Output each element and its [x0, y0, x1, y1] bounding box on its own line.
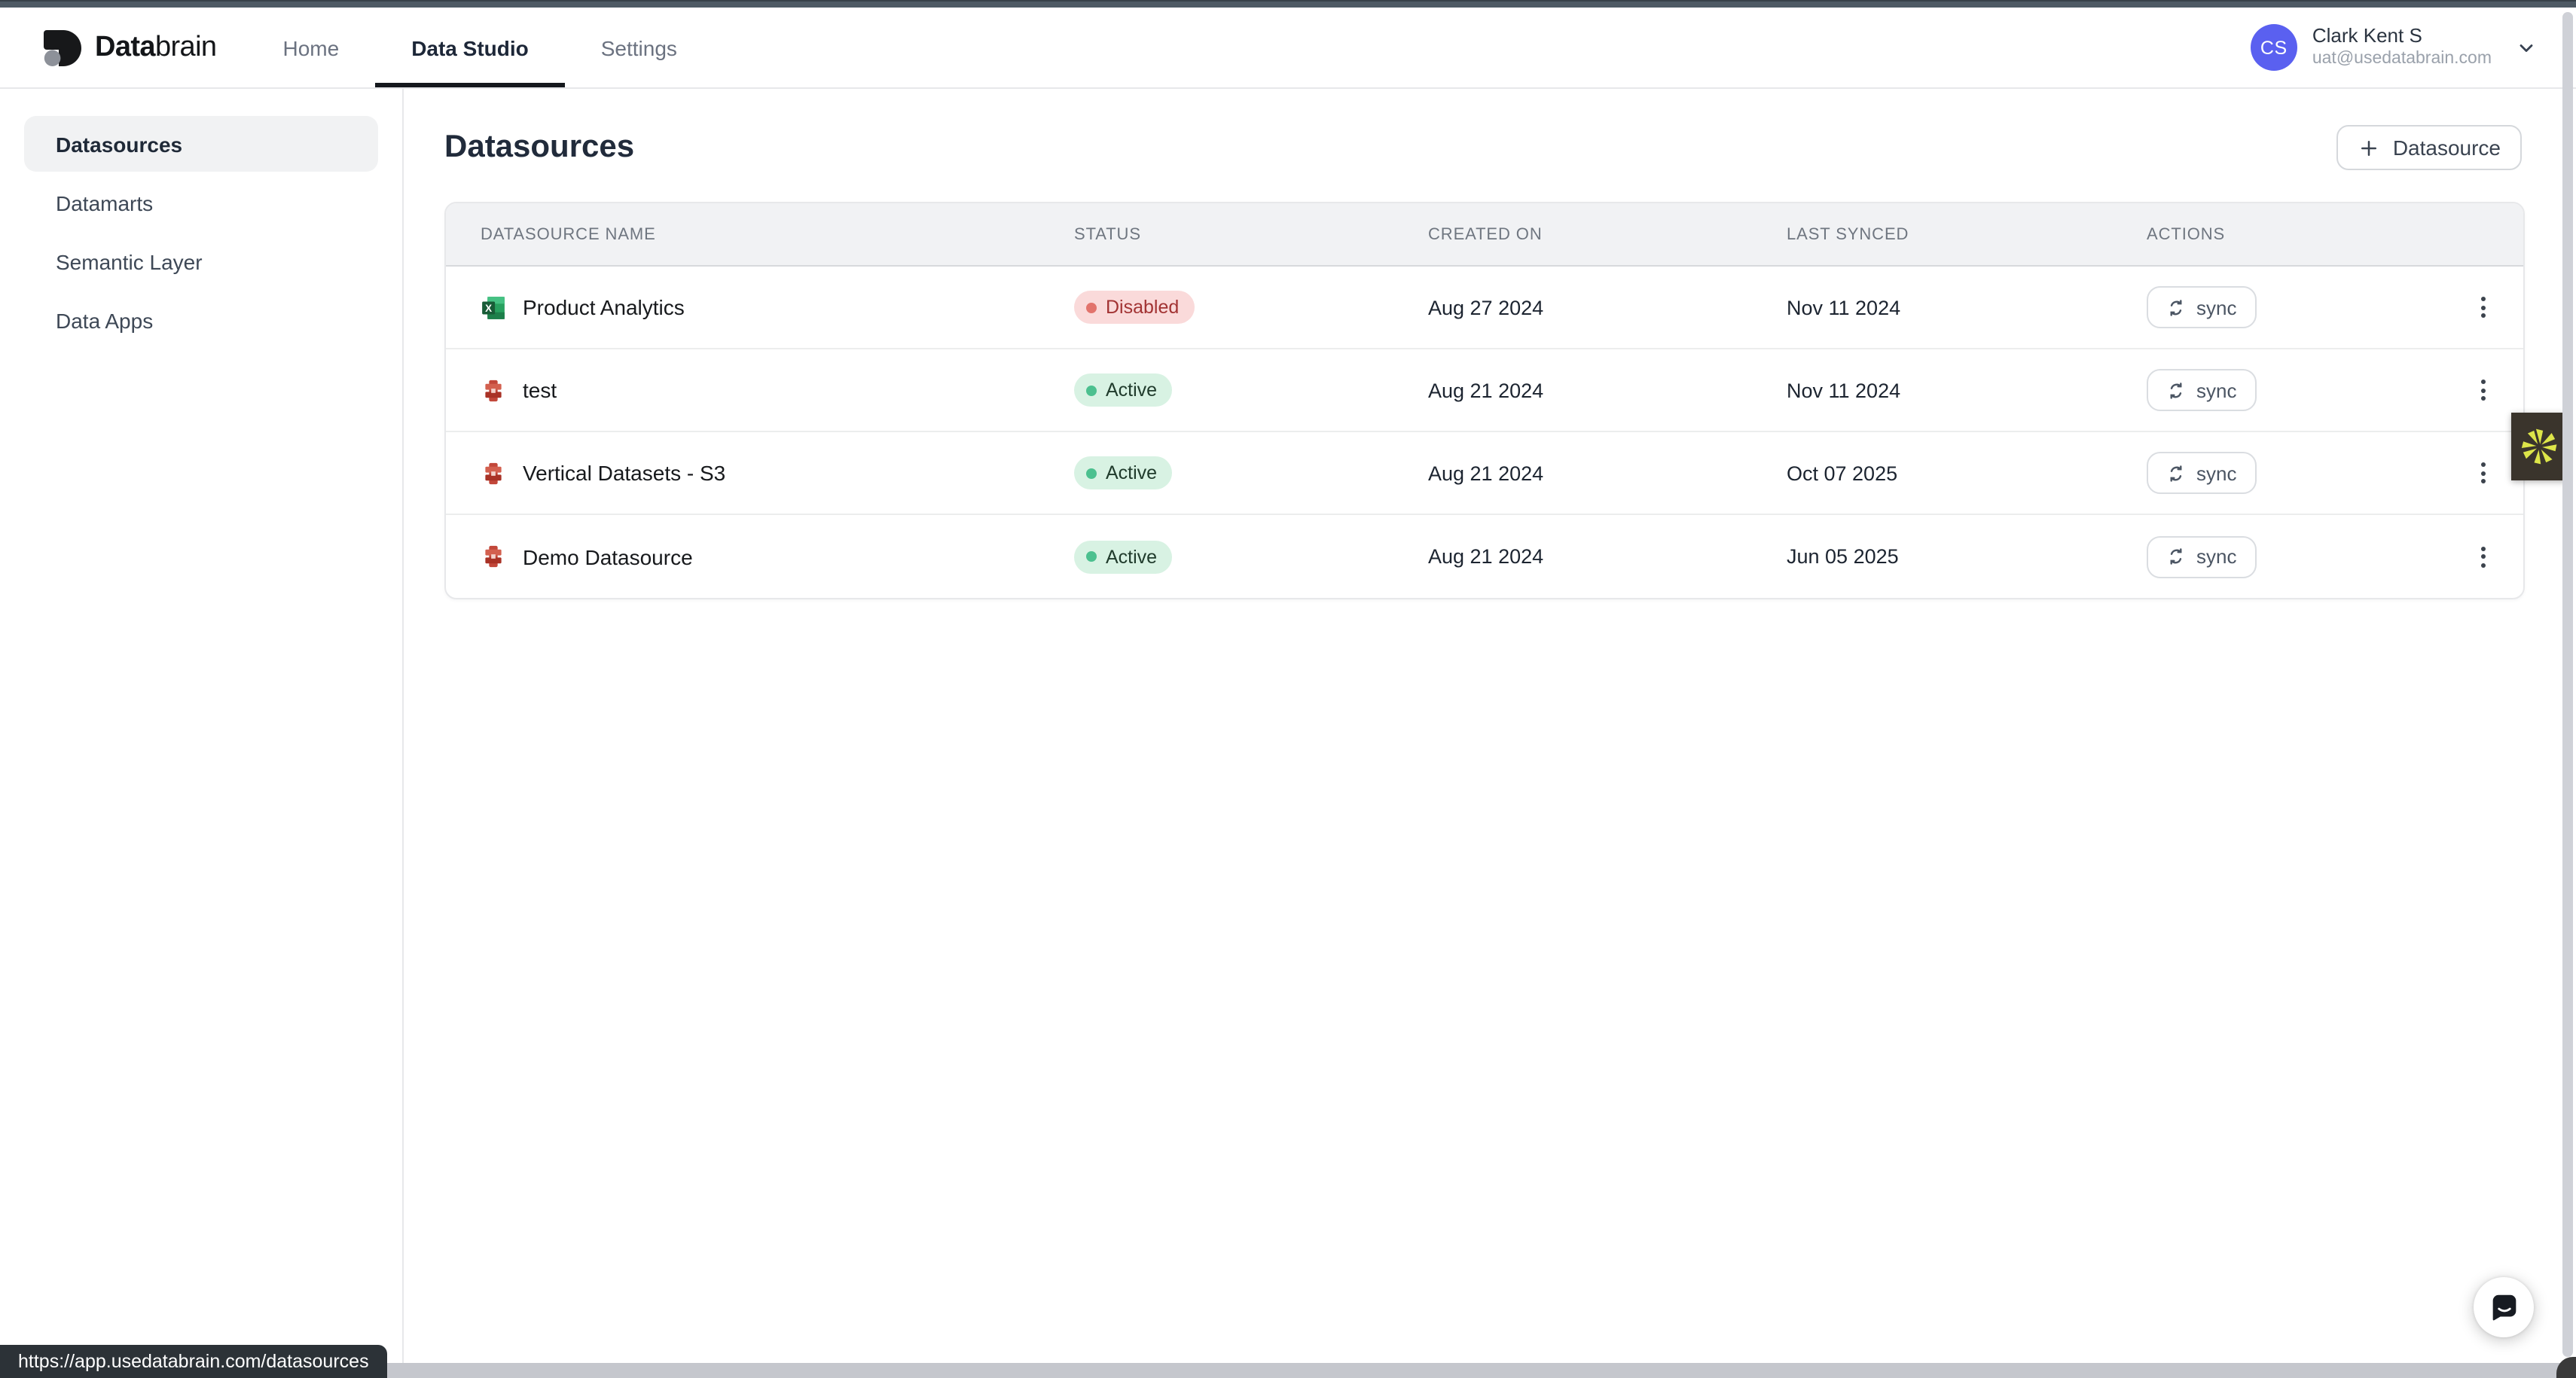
chat-bubble-icon [2486, 1290, 2521, 1325]
last-synced-value: Jun 05 2025 [1787, 545, 2147, 568]
status-bar-url: https://app.usedatabrain.com/datasources [0, 1345, 387, 1378]
actions-cell: sync [2147, 452, 2523, 494]
brand-name: Databrain [95, 31, 216, 64]
chat-launcher-button[interactable] [2474, 1277, 2534, 1337]
main-content: Datasources Datasource DATASOURCE NAME S… [405, 89, 2576, 1378]
sidebar-item-semantic-layer[interactable]: Semantic Layer [24, 233, 378, 289]
nav-tab-home[interactable]: Home [246, 8, 375, 87]
brand-logo[interactable]: Databrain [42, 8, 216, 87]
refresh-icon [2166, 463, 2186, 483]
starburst-icon [2519, 426, 2559, 467]
refresh-icon [2166, 380, 2186, 400]
col-header-datasource-name: DATASOURCE NAME [481, 225, 1074, 243]
add-datasource-label: Datasource [2393, 136, 2501, 160]
databrain-logo-icon [42, 28, 81, 67]
database-red-icon [481, 544, 506, 569]
nav-tab-settings[interactable]: Settings [565, 8, 713, 87]
table-row[interactable]: X Product Analytics Disabled Aug 27 2024… [446, 267, 2523, 349]
chevron-down-icon [2516, 37, 2537, 58]
col-header-status: STATUS [1074, 225, 1428, 243]
table-row[interactable]: X Vertical Datasets - S3 Active Aug 21 2… [446, 432, 2523, 515]
sync-button[interactable]: sync [2147, 452, 2256, 494]
excel-icon: X [481, 294, 506, 320]
vertical-scrollbar[interactable] [2562, 12, 2573, 1357]
row-menu-kebab-icon[interactable] [2466, 370, 2499, 410]
window-top-strip [0, 0, 2576, 8]
database-red-icon [481, 460, 506, 486]
table-row[interactable]: X test Active Aug 21 2024 Nov 11 2024 sy… [446, 349, 2523, 432]
col-header-actions: ACTIONS [2147, 225, 2523, 243]
status-dot-icon [1086, 302, 1097, 312]
datasource-name-cell: X test [481, 377, 1074, 403]
datasource-name-cell: X Vertical Datasets - S3 [481, 460, 1074, 486]
status-badge: Disabled [1074, 291, 1194, 324]
datasource-name: Demo Datasource [523, 544, 693, 569]
refresh-icon [2166, 547, 2186, 566]
browser-extension-widget[interactable] [2511, 413, 2567, 480]
last-synced-value: Nov 11 2024 [1787, 379, 2147, 401]
col-header-created-on: CREATED ON [1428, 225, 1787, 243]
created-on-value: Aug 21 2024 [1428, 379, 1787, 401]
datasources-table: DATASOURCE NAME STATUS CREATED ON LAST S… [444, 202, 2525, 599]
datasource-name: Vertical Datasets - S3 [523, 461, 725, 485]
sync-button[interactable]: sync [2147, 535, 2256, 578]
datasource-name: test [523, 378, 557, 402]
refresh-icon [2166, 297, 2186, 317]
sync-button[interactable]: sync [2147, 286, 2256, 328]
user-name: Clark Kent S [2312, 24, 2492, 49]
nav-tab-data-studio[interactable]: Data Studio [375, 8, 565, 87]
created-on-value: Aug 27 2024 [1428, 296, 1787, 319]
datasource-name-cell: X Product Analytics [481, 294, 1074, 320]
avatar: CS [2251, 24, 2297, 71]
actions-cell: sync [2147, 286, 2523, 328]
user-menu[interactable]: CS Clark Kent S uat@usedatabrain.com [2251, 8, 2537, 87]
table-header-row: DATASOURCE NAME STATUS CREATED ON LAST S… [446, 203, 2523, 267]
col-header-last-synced: LAST SYNCED [1787, 225, 2147, 243]
add-datasource-button[interactable]: Datasource [2337, 125, 2522, 170]
status-dot-icon [1086, 551, 1097, 562]
datasource-name: Product Analytics [523, 295, 685, 319]
page-title: Datasources [444, 130, 634, 166]
actions-cell: sync [2147, 369, 2523, 411]
sidebar-item-data-apps[interactable]: Data Apps [24, 292, 378, 348]
status-badge: Active [1074, 373, 1172, 407]
row-menu-kebab-icon[interactable] [2466, 288, 2499, 327]
status-dot-icon [1086, 468, 1097, 478]
row-menu-kebab-icon[interactable] [2466, 453, 2499, 492]
status-dot-icon [1086, 385, 1097, 395]
sync-button[interactable]: sync [2147, 369, 2256, 411]
last-synced-value: Oct 07 2025 [1787, 462, 2147, 484]
database-red-icon [481, 377, 506, 403]
plus-icon [2358, 136, 2381, 159]
row-menu-kebab-icon[interactable] [2466, 537, 2499, 576]
svg-text:X: X [485, 302, 492, 313]
actions-cell: sync [2147, 535, 2523, 578]
sidebar: Datasources Datamarts Semantic Layer Dat… [0, 89, 404, 1378]
sidebar-item-datamarts[interactable]: Datamarts [24, 175, 378, 230]
datasource-name-cell: X Demo Datasource [481, 544, 1074, 569]
user-email: uat@usedatabrain.com [2312, 49, 2492, 71]
created-on-value: Aug 21 2024 [1428, 545, 1787, 568]
top-navbar: Databrain Home Data Studio Settings CS C… [0, 8, 2576, 89]
status-badge: Active [1074, 540, 1172, 573]
app-window: Databrain Home Data Studio Settings CS C… [0, 0, 2576, 1378]
created-on-value: Aug 21 2024 [1428, 462, 1787, 484]
status-badge: Active [1074, 456, 1172, 489]
table-row[interactable]: X Demo Datasource Active Aug 21 2024 Jun… [446, 515, 2523, 598]
primary-nav: Home Data Studio Settings [246, 8, 713, 87]
sidebar-item-datasources[interactable]: Datasources [24, 116, 378, 172]
last-synced-value: Nov 11 2024 [1787, 296, 2147, 319]
user-info: Clark Kent S uat@usedatabrain.com [2312, 24, 2492, 70]
